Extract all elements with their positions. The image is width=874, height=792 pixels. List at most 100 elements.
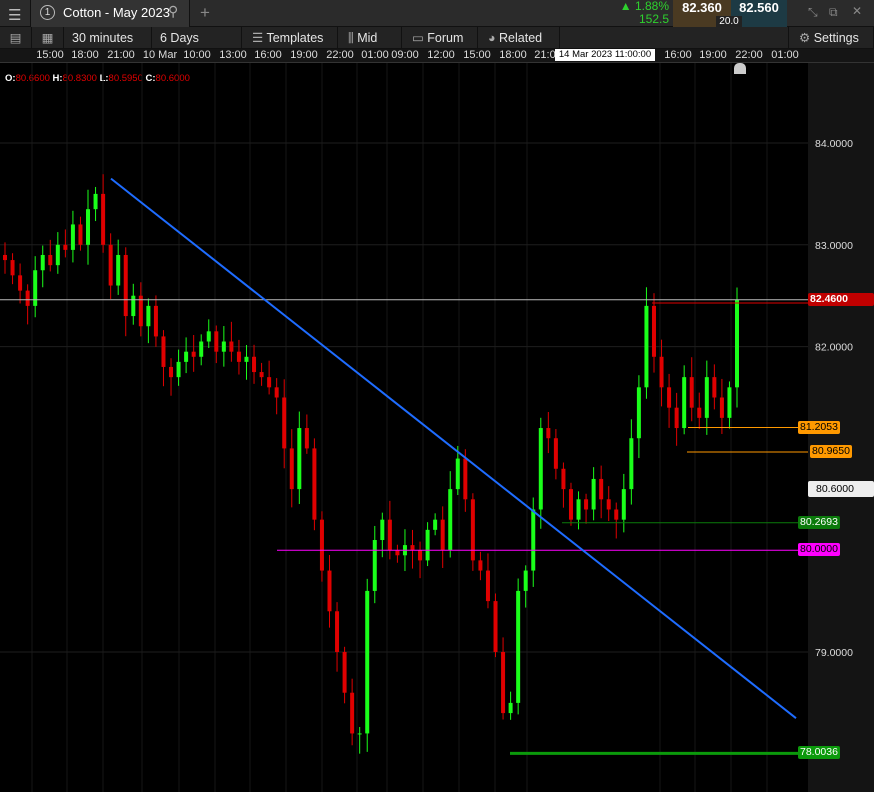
candle-body (221, 341, 226, 352)
candle-body (55, 244, 60, 266)
candle-body (538, 428, 543, 510)
candle-body (523, 570, 528, 591)
price-level-label: 82.4600 (808, 292, 874, 306)
candle-body (455, 458, 460, 490)
candle-body (206, 331, 211, 342)
candle-body (357, 733, 362, 735)
candle-body (712, 377, 717, 398)
candle-body (176, 361, 181, 378)
candle-body (621, 489, 626, 520)
candle-body (70, 224, 75, 250)
candle-body (614, 509, 619, 520)
candle-body (252, 356, 257, 373)
candle-body (508, 702, 513, 714)
price-tick-label: 82.0000 (815, 342, 853, 354)
price-level-label: 80.2693 (798, 515, 840, 529)
candle-body (33, 270, 38, 306)
candle-body (304, 428, 309, 449)
candle-body (10, 260, 15, 276)
candle-body (161, 336, 166, 367)
candle-body (259, 372, 264, 378)
candle-body (312, 448, 317, 520)
price-level-label: 78.0036 (798, 746, 840, 760)
candle-body (380, 519, 385, 541)
candle-body (86, 209, 91, 245)
price-tick-label: 83.0000 (815, 240, 853, 252)
price-tick-label: 84.0000 (815, 138, 853, 150)
candle-body (674, 407, 679, 429)
candle-body (365, 590, 370, 734)
candle-body (501, 652, 506, 714)
candle-body (350, 692, 355, 734)
candle-body (485, 570, 490, 602)
candle-body (25, 290, 30, 306)
candle-body (327, 570, 332, 612)
candle-body (516, 590, 521, 703)
candle-body (470, 499, 475, 561)
candle-body (236, 351, 241, 362)
candle-body (478, 560, 483, 571)
candle-body (493, 601, 498, 652)
price-level-label: 80.6000 (808, 481, 874, 498)
candle-body (553, 438, 558, 469)
candle-body (629, 438, 634, 490)
candle-body (267, 377, 272, 388)
candle-body (591, 478, 596, 510)
candle-body (576, 499, 581, 520)
candle-body (214, 331, 219, 352)
candle-body (153, 305, 158, 337)
price-level-label: 80.0000 (798, 543, 840, 557)
candle-body (659, 356, 664, 388)
candle-body (682, 377, 687, 429)
candle-body (48, 254, 53, 266)
candle-body (561, 468, 566, 490)
candle-body (372, 540, 377, 591)
candle-body (116, 254, 121, 286)
candle-body (3, 254, 7, 261)
candle-body (101, 193, 106, 245)
candle-body (108, 244, 113, 286)
candle-body (727, 387, 732, 418)
candle-body (191, 351, 196, 357)
candle-body (138, 295, 143, 327)
candle-body (410, 545, 415, 551)
candle-body (584, 499, 589, 510)
trendline[interactable] (110, 177, 797, 719)
candle-body (599, 478, 604, 500)
candle-body (199, 341, 204, 357)
candle-body (63, 244, 68, 250)
candle-body (448, 489, 453, 551)
candle-body (425, 529, 430, 561)
price-level-label: 81.2053 (798, 420, 840, 434)
candle-body (289, 448, 294, 490)
candle-body (229, 341, 234, 352)
candle-body (244, 356, 249, 362)
candle-body (644, 305, 649, 388)
price-tick-label: 79.0000 (815, 647, 853, 659)
candle-body (342, 652, 347, 693)
candle-body (418, 550, 423, 561)
candle-body (546, 428, 551, 439)
price-chart[interactable]: 84.0000 83.0000 82.0000 79.0000 (0, 0, 874, 792)
candle-body (387, 519, 392, 551)
candle-body (689, 377, 694, 408)
candle-body (395, 550, 400, 556)
candle-body (606, 499, 611, 510)
candle-body (282, 397, 287, 449)
candle-body (440, 519, 445, 551)
candle-body (335, 611, 340, 652)
candle-body (463, 458, 468, 500)
candle-body (697, 407, 702, 418)
candle-body (123, 254, 128, 317)
candle-body (78, 224, 83, 245)
candle-body (319, 519, 324, 571)
candle-body (274, 387, 279, 398)
price-level-label: 80.9650 (810, 444, 852, 458)
candle-body (297, 428, 302, 490)
candle-body (146, 305, 151, 327)
candle-body (93, 193, 98, 210)
candle-body (531, 509, 536, 571)
candle-body (735, 299, 739, 388)
candle-body (719, 397, 724, 418)
candle-body (131, 295, 136, 317)
